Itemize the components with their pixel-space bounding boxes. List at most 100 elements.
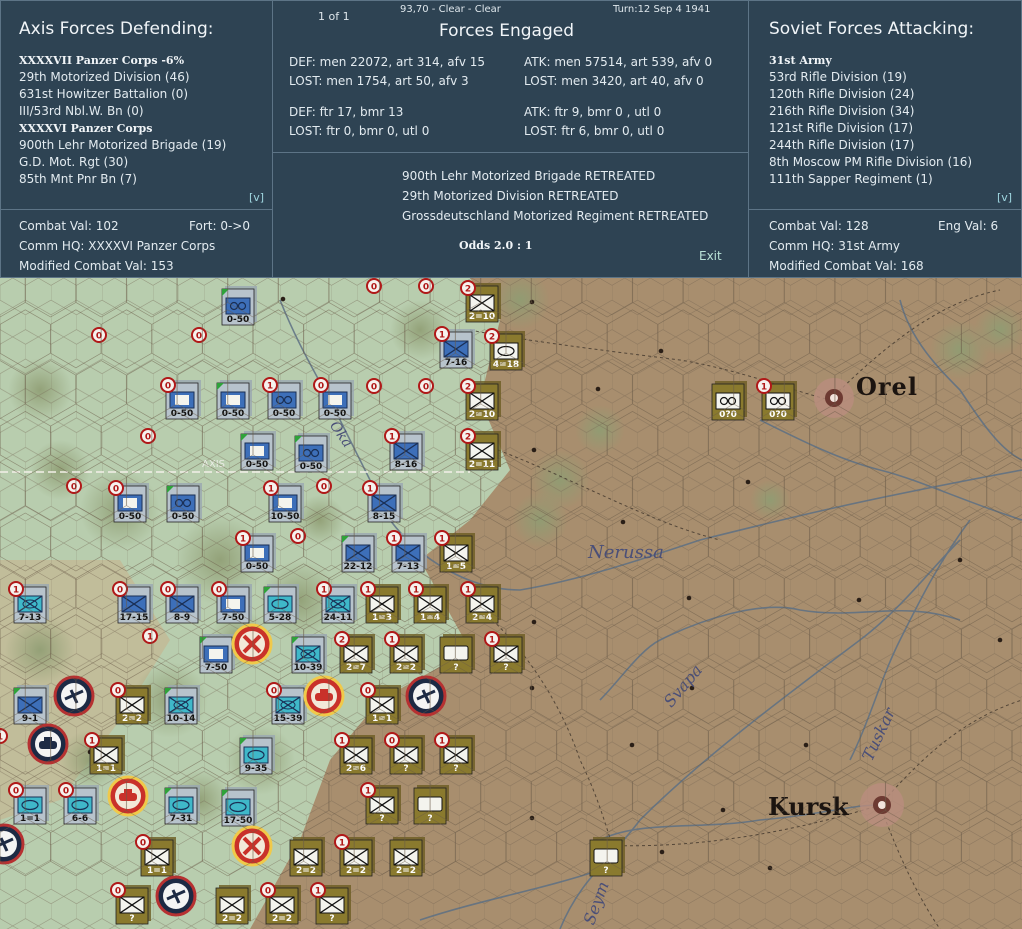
counter-strength: 2=2 <box>296 866 316 876</box>
counter-strength: 7-50 <box>205 663 228 673</box>
air-unit-marker[interactable] <box>155 875 197 917</box>
counter-marker: 0 <box>318 382 324 392</box>
counter-marker: 1 <box>761 383 767 393</box>
unit-list-item: 631st Howitzer Battalion (0) <box>19 87 189 101</box>
zoc-marker: 0 <box>418 278 434 294</box>
german-unit-counter[interactable]: 24-111 <box>316 581 357 624</box>
axis-unit-list: XXXXVII Panzer Corps -6% 29th Motorized D… <box>19 52 226 188</box>
turn-date: Turn:12 Sep 4 1941 <box>613 4 711 15</box>
counter-strength: ? <box>453 764 458 774</box>
air-unit-marker[interactable] <box>53 675 95 717</box>
soviet-unit-counter[interactable]: 1=1 0 <box>135 834 176 877</box>
counter-marker: 1 <box>339 839 345 849</box>
counter-strength: 17-15 <box>120 613 149 623</box>
german-unit-counter[interactable]: 7-31 <box>164 785 200 825</box>
counter-strength: 2=7 <box>346 663 366 673</box>
zoc-marker: 0 <box>191 327 207 343</box>
counter-marker: 1 <box>439 331 445 341</box>
soviet-forces-panel: Soviet Forces Attacking: 31st Army 53rd R… <box>748 0 1022 278</box>
city-label-kursk: Kursk <box>768 792 850 821</box>
german-unit-counter[interactable]: 0-50 0 <box>313 377 354 420</box>
counter-marker: 2 <box>465 383 471 393</box>
counter-marker: 0 <box>63 787 69 797</box>
soviet-unit-counter[interactable]: ? <box>439 634 475 674</box>
counter-strength: 2=2 <box>122 714 142 724</box>
axis-modified-combat-val: Modified Combat Val: 153 <box>19 259 174 273</box>
german-unit-counter[interactable]: 10-39 <box>291 634 327 674</box>
german-unit-counter[interactable]: 6-60 <box>58 782 99 825</box>
german-unit-counter[interactable]: 17-15 0 <box>112 581 153 624</box>
soviet-unit-counter[interactable]: ?0 <box>110 882 151 925</box>
air-unit-marker[interactable] <box>231 623 273 665</box>
air-unit-marker[interactable] <box>27 723 69 765</box>
soviet-unit-counter[interactable]: 2=112 <box>460 428 501 471</box>
counter-marker: 1 <box>367 485 373 495</box>
air-unit-marker[interactable] <box>231 825 273 867</box>
soviet-unit-counter[interactable]: 1=41 <box>408 581 449 624</box>
counter-marker: 0 <box>165 382 171 392</box>
soviet-unit-counter[interactable]: 2=2 0 <box>260 882 301 925</box>
counter-marker: 0 <box>271 687 277 697</box>
german-unit-counter[interactable]: 0-50 1 <box>262 377 303 420</box>
counter-marker: 0 <box>216 586 222 596</box>
counter-strength: 17-50 <box>224 816 253 826</box>
air-unit-marker[interactable] <box>107 775 149 817</box>
counter-marker: 0 <box>389 737 395 747</box>
counter-strength: 22-12 <box>344 562 373 572</box>
german-unit-counter[interactable]: 0-50 <box>240 431 276 471</box>
german-unit-counter[interactable]: 1=10 <box>8 782 49 825</box>
def-men: DEF: men 22072, art 314, afv 15 <box>289 55 486 69</box>
german-unit-counter[interactable]: 10-501 <box>263 480 304 523</box>
unit-list-item: 900th Lehr Motorized Brigade (19) <box>19 138 227 152</box>
zoc-marker: 1 <box>0 728 8 744</box>
combat-odds: Odds 2.0 : 1 <box>459 239 533 252</box>
german-unit-counter[interactable]: 0-500 <box>108 480 149 523</box>
counter-marker: 1 <box>365 787 371 797</box>
soviet-unit-counter[interactable]: 0?01 <box>756 378 797 421</box>
engaged-title: Forces Engaged <box>439 21 575 41</box>
axis-fort-val: Fort: 0->0 <box>189 219 250 233</box>
soviet-unit-counter[interactable]: 2=2 <box>215 885 251 925</box>
axis-expand-toggle[interactable]: [v] <box>249 191 264 204</box>
german-unit-counter[interactable]: 10-14 <box>164 685 200 725</box>
german-unit-counter[interactable]: 0-50 <box>216 380 252 420</box>
counter-strength: 1=1 <box>147 866 167 876</box>
exit-button[interactable]: Exit <box>699 249 722 263</box>
unit-list-item: 29th Motorized Division (46) <box>19 70 190 84</box>
soviet-unit-counter[interactable]: ?1 <box>310 882 351 925</box>
axis-combat-val: Combat Val: 102 <box>19 219 119 233</box>
soviet-panel-title: Soviet Forces Attacking: <box>769 19 975 39</box>
counter-marker: 0 <box>165 586 171 596</box>
soviet-unit-counter[interactable]: 1=3 1 <box>360 581 401 624</box>
counter-marker: 0 <box>115 687 121 697</box>
soviet-expand-toggle[interactable]: [v] <box>997 191 1012 204</box>
counter-strength: 7-16 <box>445 358 468 368</box>
unit-list-item: III/53rd Nbl.W. Bn (0) <box>19 104 144 118</box>
zoc-marker: 0 <box>366 278 382 294</box>
german-unit-counter[interactable]: 5-28 <box>263 584 299 624</box>
counter-marker: 1 <box>489 636 495 646</box>
german-unit-counter[interactable]: 15-39 0 <box>266 682 307 725</box>
soviet-unit-counter[interactable]: 2=2 <box>289 837 325 877</box>
soviet-unit-counter[interactable]: 4=18 2 <box>484 328 525 371</box>
counter-strength: 7-31 <box>170 814 193 824</box>
soviet-unit-counter[interactable]: 1=1 1 <box>84 732 125 775</box>
counter-marker: 0 <box>115 887 121 897</box>
zoc-marker: 0 <box>140 428 156 444</box>
german-unit-counter[interactable]: 9-1 <box>13 685 49 725</box>
air-unit-marker[interactable] <box>405 675 447 717</box>
german-unit-counter[interactable]: 0-500 <box>160 377 201 420</box>
counter-marker: 1 <box>268 485 274 495</box>
unit-list-item: G.D. Mot. Rgt (30) <box>19 155 129 169</box>
result-line: Grossdeutschland Motorized Regiment RETR… <box>402 209 709 223</box>
svg-text:0: 0 <box>423 383 429 393</box>
air-unit-marker[interactable] <box>303 675 345 717</box>
counter-strength: ? <box>329 914 334 924</box>
soviet-unit-counter[interactable]: 2=2 0 <box>110 682 151 725</box>
counter-strength: 0-50 <box>324 409 347 419</box>
german-unit-counter[interactable]: 9-35 <box>239 735 275 775</box>
soviet-comm-hq: Comm HQ: 31st Army <box>769 239 901 253</box>
german-unit-counter[interactable]: 0-50 <box>294 433 330 473</box>
zoc-marker: 0 <box>418 378 434 394</box>
svg-text:0: 0 <box>321 483 327 493</box>
